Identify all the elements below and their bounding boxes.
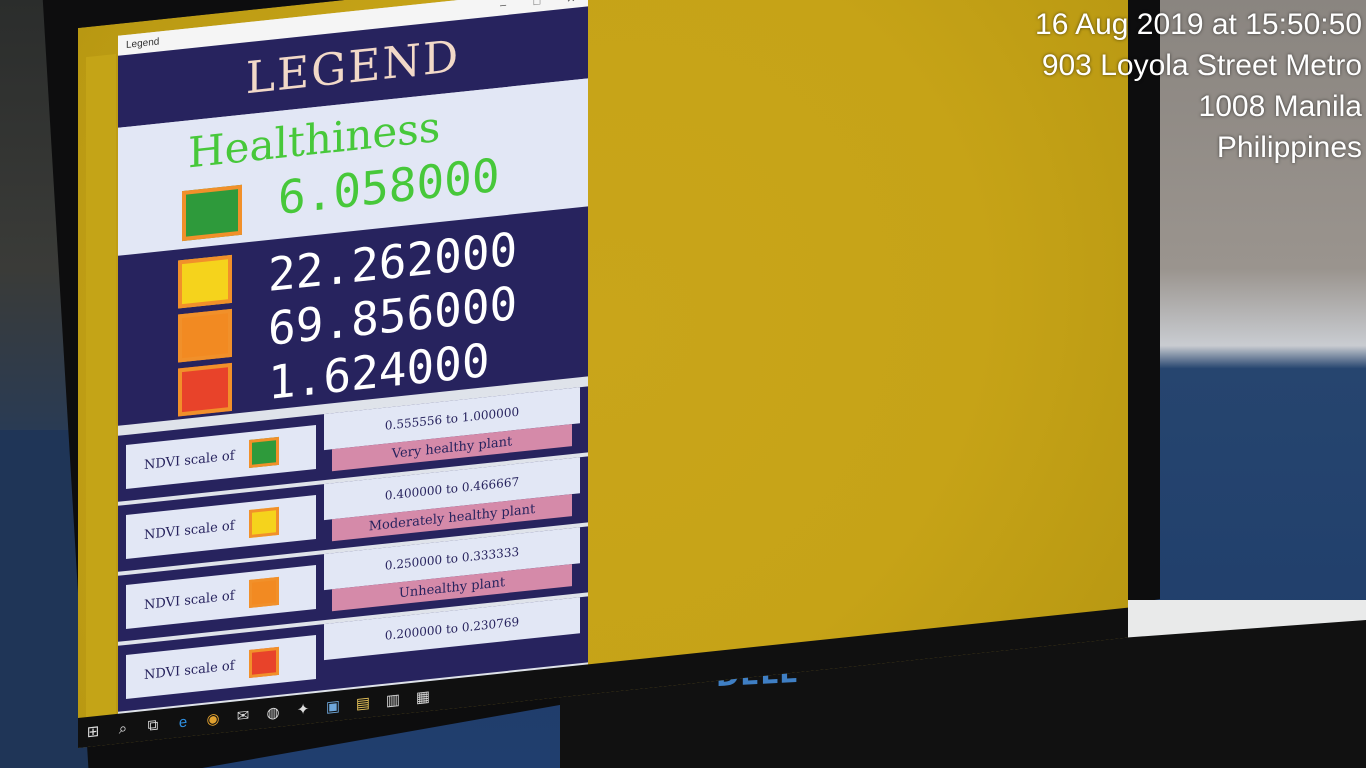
ndvi-scale-prefix: NDVI scale of: [144, 658, 235, 683]
timestamp-line: 16 Aug 2019 at 15:50:50: [1035, 8, 1362, 41]
edge-icon[interactable]: e: [168, 708, 198, 735]
ndvi-scale-label: NDVI scale of: [126, 424, 316, 489]
search-icon[interactable]: ⌕: [108, 715, 138, 742]
ndvi-scale-prefix: NDVI scale of: [144, 448, 235, 473]
orange-swatch: [178, 308, 232, 363]
close-button[interactable]: ✕: [554, 0, 588, 6]
green-swatch: [248, 436, 279, 469]
legend-window: Legend – □ ✕ LEGEND Healthiness 6.058000…: [118, 0, 588, 726]
country-line: Philippines: [1216, 131, 1362, 164]
red-swatch: [178, 362, 232, 417]
background-window-edge: [86, 54, 116, 738]
ndvi-scale-label: NDVI scale of: [126, 494, 316, 559]
ndvi-scale-prefix: NDVI scale of: [144, 518, 235, 543]
red-swatch: [248, 646, 279, 679]
files-icon[interactable]: ▥: [378, 686, 408, 713]
yellow-swatch: [178, 254, 232, 309]
minimize-button[interactable]: –: [486, 0, 520, 13]
green-swatch: [182, 184, 242, 242]
ndvi-scale-prefix: NDVI scale of: [144, 588, 235, 613]
app-icon[interactable]: ✦: [288, 696, 318, 723]
address-line: 903 Loyola Street Metro: [1041, 49, 1362, 82]
save-icon[interactable]: ▣: [318, 693, 348, 720]
ndvi-scale-label: NDVI scale of: [126, 634, 316, 699]
maximize-button[interactable]: □: [520, 0, 554, 10]
task-view-icon[interactable]: ⧉: [138, 712, 168, 739]
windows-start-icon[interactable]: ⊞: [78, 718, 108, 745]
legend-window-icon[interactable]: ▦: [408, 683, 438, 710]
timestamp-overlay: 16 Aug 2019 at 15:50:50 903 Loyola Stree…: [1035, 4, 1362, 168]
laptop-screen: Legend – □ ✕ LEGEND Healthiness 6.058000…: [78, 0, 1128, 748]
photos-icon[interactable]: ▤: [348, 689, 378, 716]
chrome-icon[interactable]: ◉: [198, 705, 228, 732]
orange-swatch: [248, 576, 279, 609]
ndvi-scale-label: NDVI scale of: [126, 564, 316, 629]
city-line: 1008 Manila: [1198, 90, 1362, 123]
ndvi-scales: NDVI scale of 0.555556 to 1.000000 Very …: [118, 386, 588, 715]
yellow-swatch: [248, 506, 279, 539]
media-icon[interactable]: ◍: [258, 699, 288, 726]
mail-icon[interactable]: ✉: [228, 702, 258, 729]
